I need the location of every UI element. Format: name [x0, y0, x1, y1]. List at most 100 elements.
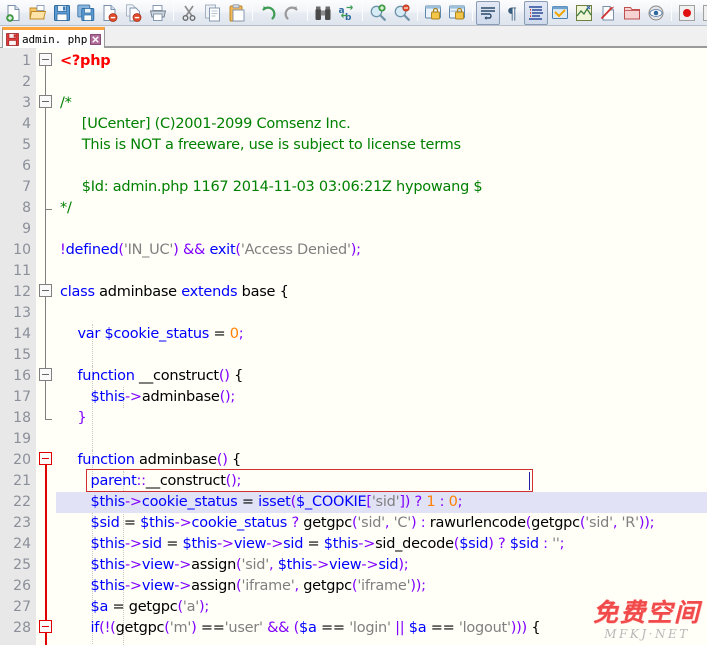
document-tab-bar: admin. php	[0, 26, 707, 48]
svg-text:a: a	[339, 6, 345, 16]
tab-label: admin. php	[22, 32, 88, 46]
stop-macro-button[interactable]	[699, 1, 707, 25]
record-macro-button[interactable]	[675, 1, 699, 25]
fold-marker-line-1[interactable]	[36, 48, 56, 69]
sync-vertical-button[interactable]	[421, 1, 445, 25]
line-number: 7	[22, 179, 31, 195]
line-number: 10	[13, 242, 31, 258]
close-document-icon	[103, 4, 118, 22]
copy-button[interactable]	[201, 1, 225, 25]
redo-button[interactable]	[280, 1, 304, 25]
code-line: }	[77, 410, 87, 426]
show-all-chars-button[interactable]: ¶	[500, 1, 524, 25]
floppy-save-icon	[54, 4, 70, 21]
function-list-button[interactable]	[596, 1, 620, 25]
copy-pages-icon	[205, 4, 220, 21]
tab-bar-empty-area	[105, 28, 707, 47]
line-number: 19	[13, 431, 31, 447]
svg-text:b: b	[345, 13, 352, 22]
zoom-in-button[interactable]	[366, 1, 390, 25]
code-line: !defined('IN_UC') && exit('Access Denied…	[60, 242, 361, 258]
fold-marker-line-16[interactable]	[36, 363, 56, 384]
code-line: $this->sid = $this->view->sid = $this->s…	[90, 536, 565, 552]
code-line: var $cookie_status = 0;	[77, 326, 244, 342]
close-x-icon[interactable]	[90, 33, 102, 45]
close-button[interactable]	[98, 1, 122, 25]
line-number: 3	[22, 95, 31, 111]
monitoring-button[interactable]	[644, 1, 668, 25]
replace-button[interactable]: a b	[335, 1, 359, 25]
code-line: <?php	[60, 53, 111, 69]
fold-marker-line-18[interactable]	[36, 405, 56, 426]
code-line: [UCenter] (C)2001-2099 Comsenz Inc.	[60, 116, 351, 132]
word-wrap-icon	[481, 6, 495, 20]
binoculars-icon	[315, 6, 331, 20]
fold-marker-line-20[interactable]	[36, 447, 56, 468]
line-number: 21	[13, 473, 31, 489]
line-number: 26	[13, 578, 31, 594]
zoom-out-button[interactable]	[390, 1, 414, 25]
indent-guideline-icon	[529, 5, 543, 20]
toolbar-separator	[170, 1, 177, 25]
sync-horizontal-button[interactable]	[445, 1, 469, 25]
undo-button[interactable]	[256, 1, 280, 25]
save-all-button[interactable]	[74, 1, 98, 25]
line-number: 5	[22, 137, 31, 153]
code-line-selected: $this->cookie_status = isset($_COOKIE['s…	[56, 492, 707, 513]
function-list-icon	[600, 5, 614, 20]
ui-dialog-button[interactable]	[548, 1, 572, 25]
toolbar-separator	[304, 1, 311, 25]
line-number: 25	[13, 557, 31, 573]
paste-button[interactable]	[225, 1, 249, 25]
line-number: 24	[13, 536, 31, 552]
code-line: class adminbase extends base {	[60, 284, 289, 300]
open-file-button[interactable]	[26, 1, 50, 25]
code-line: $sid = $this->cookie_status ? getgpc('si…	[90, 515, 655, 531]
folder-workspace-icon	[624, 6, 640, 19]
line-number: 17	[13, 389, 31, 405]
new-document-icon	[6, 4, 20, 22]
magnifier-plus-icon	[370, 3, 386, 21]
save-all-icon	[77, 4, 95, 21]
line-number: 16	[13, 368, 31, 384]
code-folding-margin[interactable]	[36, 48, 56, 645]
sync-horizontal-lock-icon	[449, 5, 465, 19]
code-text-area[interactable]: <?php /* [UCenter] (C)2001-2099 Comsenz …	[56, 48, 707, 645]
fold-marker-line-12[interactable]	[36, 279, 56, 300]
new-file-button[interactable]	[2, 1, 26, 25]
line-number: 23	[13, 515, 31, 531]
line-number: 22	[13, 494, 31, 510]
tab-admin-php[interactable]: admin. php	[2, 27, 106, 48]
fold-marker-line-3[interactable]	[36, 90, 56, 111]
doc-map-button[interactable]	[572, 1, 596, 25]
word-wrap-button[interactable]	[476, 0, 500, 25]
line-number: 8	[22, 200, 31, 216]
code-line: function adminbase() {	[77, 452, 241, 468]
find-button[interactable]	[311, 1, 335, 25]
code-line: $a = getgpc('a');	[90, 599, 210, 615]
print-button[interactable]	[146, 1, 170, 25]
line-number: 4	[22, 116, 31, 132]
text-caret	[529, 472, 530, 490]
fold-marker-line-28[interactable]	[36, 615, 56, 636]
code-editor[interactable]: 1 2 3 4 5 6 7 8 9 10 11 12 13 14 15 16 17 18 19 20 21 22 23 24 2…	[0, 48, 707, 645]
folder-workspace-button[interactable]	[620, 1, 644, 25]
line-number: 15	[13, 347, 31, 363]
close-all-button[interactable]	[122, 1, 146, 25]
main-toolbar: a b ¶	[0, 0, 707, 26]
line-number: 28	[13, 620, 31, 636]
toolbar-separator	[414, 1, 421, 25]
indent-guide-button[interactable]	[524, 0, 548, 25]
line-number: 14	[13, 326, 31, 342]
save-button[interactable]	[50, 1, 74, 25]
cut-button[interactable]	[177, 1, 201, 25]
toolbar-separator	[668, 1, 675, 25]
fold-marker-line-8[interactable]	[36, 195, 56, 216]
toolbar-separator	[469, 1, 476, 25]
toolbar-separator	[249, 1, 256, 25]
